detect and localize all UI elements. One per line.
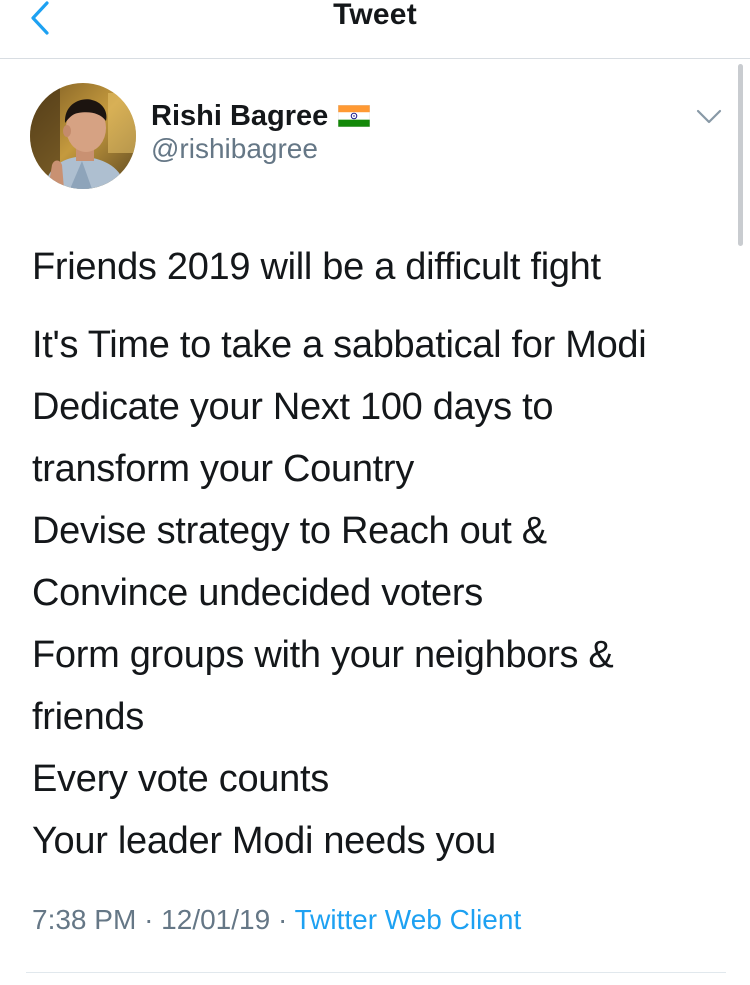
author-name-row: Rishi Bagree — [151, 96, 371, 136]
meta-separator: · — [144, 904, 154, 935]
tweet-line: It's Time to take a sabbatical for Modi — [32, 324, 647, 366]
tweet-line: transform your Country — [32, 448, 414, 490]
scrollbar[interactable] — [738, 64, 743, 246]
tweet-line: Convince undecided voters — [32, 572, 483, 614]
tweet-line: Devise strategy to Reach out & — [32, 510, 547, 552]
meta-separator: · — [277, 904, 288, 935]
tweet-line: friends — [32, 696, 144, 738]
tweet-source-link[interactable]: Twitter Web Client — [295, 904, 522, 935]
tweet-line: Form groups with your neighbors & — [32, 634, 614, 676]
india-flag-icon — [338, 105, 371, 127]
divider — [26, 972, 726, 973]
tweet-line: Your leader Modi needs you — [32, 820, 497, 862]
tweet-time: 7:38 PM — [32, 904, 137, 935]
author-handle[interactable]: @rishibagree — [151, 133, 318, 165]
page-title: Tweet — [333, 0, 417, 31]
chevron-down-icon[interactable] — [694, 104, 724, 128]
tweet-line: Every vote counts — [32, 758, 329, 800]
avatar[interactable] — [30, 83, 136, 189]
tweet-text: Friends 2019 will be a difficult fight I… — [32, 236, 732, 872]
author-display-name[interactable]: Rishi Bagree — [151, 100, 328, 133]
tweet-line: Dedicate your Next 100 days to — [32, 386, 554, 428]
tweet-date: 12/01/19 — [161, 904, 271, 935]
tweet-meta: 7:38 PM · 12/01/19 · Twitter Web Client — [32, 904, 521, 936]
avatar-image — [30, 83, 136, 189]
navigation-bar: Tweet — [0, 0, 750, 59]
tweet-line: Friends 2019 will be a difficult fight — [32, 246, 601, 288]
